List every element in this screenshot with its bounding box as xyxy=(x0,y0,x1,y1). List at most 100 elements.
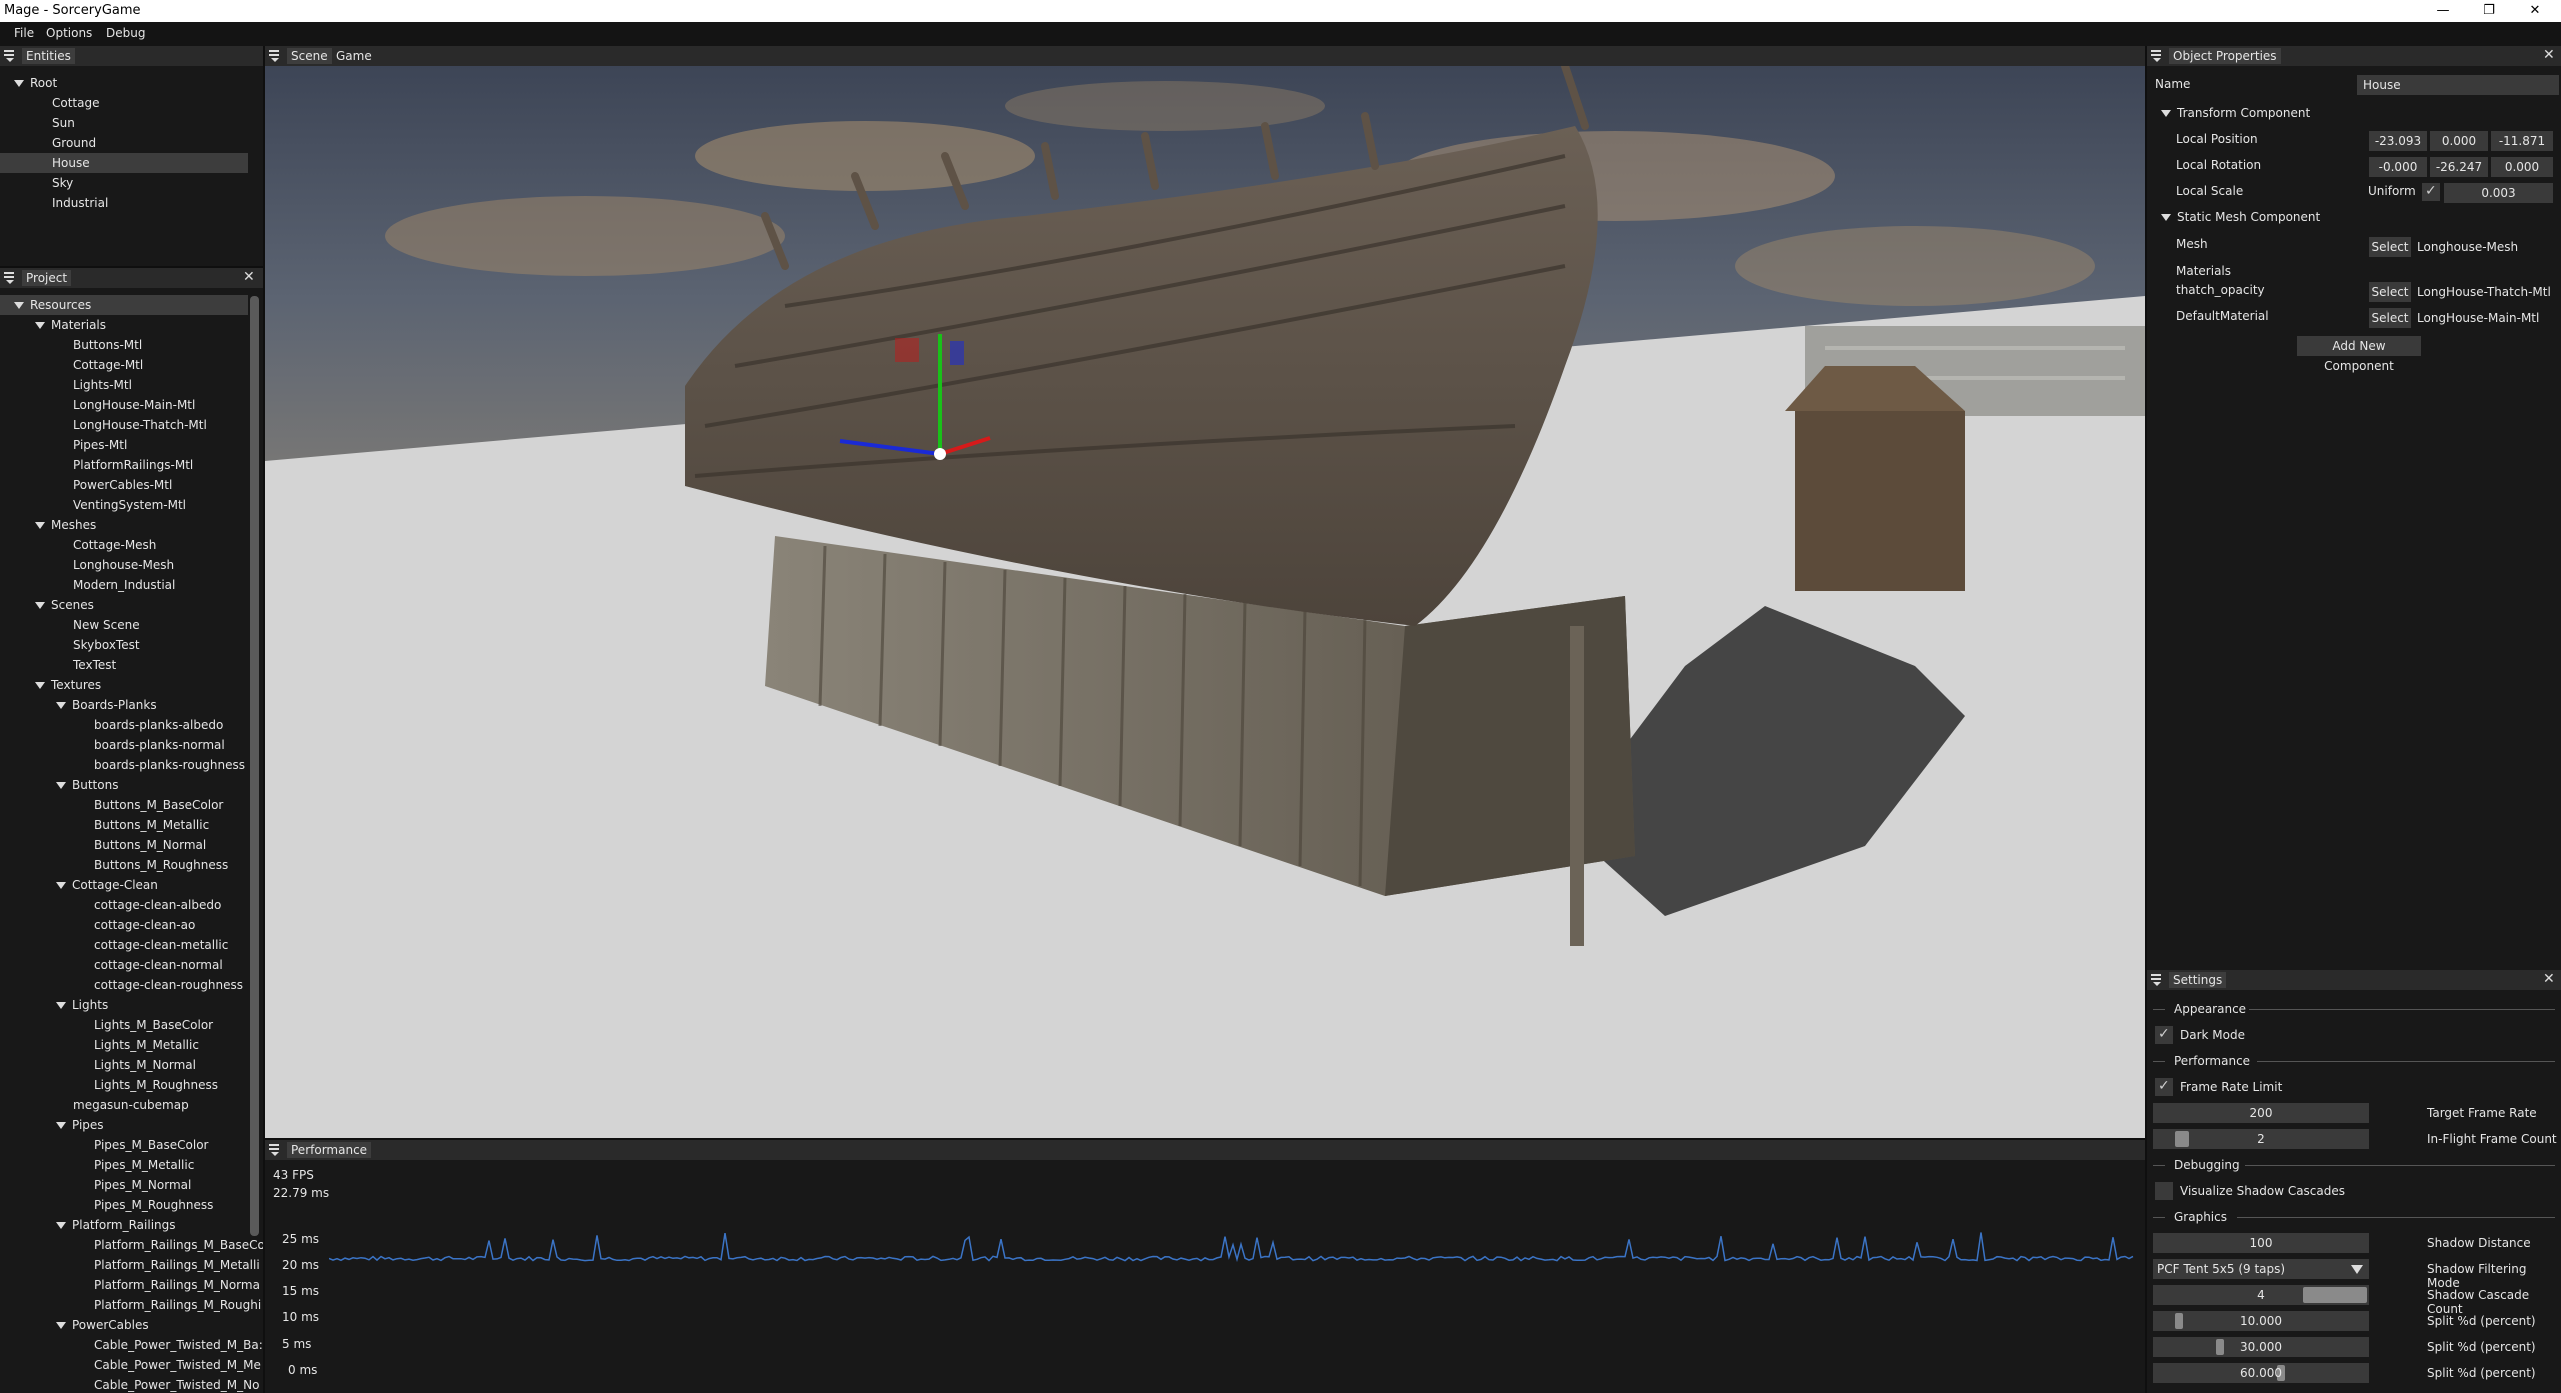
tree-item[interactable]: Pipes_M_BaseColor xyxy=(0,1135,248,1155)
shadow-distance-field[interactable]: 100 xyxy=(2153,1233,2369,1253)
scene-viewport[interactable] xyxy=(265,66,2145,1138)
maximize-button[interactable]: ❐ xyxy=(2466,0,2512,22)
tree-item[interactable]: House xyxy=(0,153,248,173)
panel-menu-icon[interactable] xyxy=(2151,49,2163,62)
tree-item[interactable]: Scenes xyxy=(0,595,248,615)
transform-component-header[interactable]: Transform Component xyxy=(2161,106,2310,120)
tree-item[interactable]: Buttons_M_Roughness xyxy=(0,855,248,875)
tree-item[interactable]: LongHouse-Thatch-Mtl xyxy=(0,415,248,435)
tab-project[interactable]: Project xyxy=(22,270,72,286)
expand-icon[interactable] xyxy=(35,682,45,689)
tree-item[interactable]: cottage-clean-normal xyxy=(0,955,248,975)
tree-item[interactable]: TexTest xyxy=(0,655,248,675)
tree-item[interactable]: New Scene xyxy=(0,615,248,635)
panel-menu-icon[interactable] xyxy=(269,1143,281,1156)
tree-item[interactable]: SkyboxTest xyxy=(0,635,248,655)
minimize-button[interactable]: — xyxy=(2420,0,2466,22)
material-select-button[interactable]: Select xyxy=(2369,308,2411,328)
project-scrollbar[interactable] xyxy=(250,296,259,1236)
material-select-button[interactable]: Select xyxy=(2369,282,2411,302)
tree-item[interactable]: cottage-clean-metallic xyxy=(0,935,248,955)
tree-item[interactable]: LongHouse-Main-Mtl xyxy=(0,395,248,415)
tree-item[interactable]: Platform_Railings_M_Norma xyxy=(0,1275,260,1295)
tree-item[interactable]: PowerCables-Mtl xyxy=(0,475,248,495)
tab-entities[interactable]: Entities xyxy=(22,48,75,64)
panel-menu-icon[interactable] xyxy=(4,271,16,284)
tree-item[interactable]: Lights_M_Roughness xyxy=(0,1075,248,1095)
scale-field[interactable]: 0.003 xyxy=(2444,183,2553,203)
tree-item[interactable]: Buttons_M_BaseColor xyxy=(0,795,248,815)
tree-item[interactable]: boards-planks-roughness xyxy=(0,755,248,775)
visualize-cascades-checkbox[interactable] xyxy=(2155,1182,2173,1200)
tree-item[interactable]: VentingSystem-Mtl xyxy=(0,495,248,515)
tree-item[interactable]: Cottage-Mesh xyxy=(0,535,248,555)
close-icon[interactable]: ✕ xyxy=(2543,47,2555,63)
expand-icon[interactable] xyxy=(56,882,66,889)
static-mesh-component-header[interactable]: Static Mesh Component xyxy=(2161,210,2320,224)
tree-item[interactable]: Lights_M_Normal xyxy=(0,1055,248,1075)
tree-item[interactable]: Buttons_M_Normal xyxy=(0,835,248,855)
split-slider[interactable]: 60.000 xyxy=(2153,1363,2369,1383)
target-frame-rate-field[interactable]: 200 xyxy=(2153,1103,2369,1123)
tab-settings[interactable]: Settings xyxy=(2169,972,2227,988)
shadow-filtering-dropdown[interactable]: PCF Tent 5x5 (9 taps) xyxy=(2153,1259,2369,1279)
rotation-x-field[interactable]: -0.000 xyxy=(2369,157,2427,177)
tab-performance[interactable]: Performance xyxy=(287,1142,372,1158)
split-slider[interactable]: 10.000 xyxy=(2153,1311,2369,1331)
panel-menu-icon[interactable] xyxy=(269,49,281,62)
tree-item[interactable]: Pipes_M_Metallic xyxy=(0,1155,248,1175)
tree-item[interactable]: Ground xyxy=(0,133,248,153)
tree-item[interactable]: Longhouse-Mesh xyxy=(0,555,248,575)
panel-menu-icon[interactable] xyxy=(2151,973,2163,986)
tree-item[interactable]: Sky xyxy=(0,173,248,193)
rotation-z-field[interactable]: 0.000 xyxy=(2491,157,2553,177)
tree-item[interactable]: Buttons-Mtl xyxy=(0,335,248,355)
tree-item[interactable]: Boards-Planks xyxy=(0,695,248,715)
expand-icon[interactable] xyxy=(56,782,66,789)
tree-item[interactable]: Buttons_M_Metallic xyxy=(0,815,248,835)
position-x-field[interactable]: -23.093 xyxy=(2369,131,2427,151)
expand-icon[interactable] xyxy=(14,80,24,87)
shadow-cascade-count-slider[interactable]: 4 xyxy=(2153,1285,2369,1305)
close-window-button[interactable]: ✕ xyxy=(2512,0,2558,22)
menu-file[interactable]: File xyxy=(14,26,34,40)
tab-game[interactable]: Game xyxy=(332,48,376,64)
expand-icon[interactable] xyxy=(56,1222,66,1229)
expand-icon[interactable] xyxy=(35,522,45,529)
expand-icon[interactable] xyxy=(14,302,24,309)
tree-item[interactable]: Cottage xyxy=(0,93,248,113)
tree-item[interactable]: cottage-clean-albedo xyxy=(0,895,248,915)
tree-item[interactable]: Pipes xyxy=(0,1115,248,1135)
tree-item[interactable]: Resources xyxy=(0,295,248,315)
tree-item[interactable]: Cottage-Clean xyxy=(0,875,248,895)
tree-item[interactable]: boards-planks-normal xyxy=(0,735,248,755)
tree-item[interactable]: Meshes xyxy=(0,515,248,535)
position-z-field[interactable]: -11.871 xyxy=(2491,131,2553,151)
tree-item[interactable]: Sun xyxy=(0,113,248,133)
tree-item[interactable]: Lights xyxy=(0,995,248,1015)
menu-debug[interactable]: Debug xyxy=(106,26,145,40)
tree-item[interactable]: Pipes-Mtl xyxy=(0,435,248,455)
dark-mode-checkbox[interactable] xyxy=(2155,1026,2173,1044)
position-y-field[interactable]: 0.000 xyxy=(2430,131,2488,151)
expand-icon[interactable] xyxy=(56,1122,66,1129)
tree-item[interactable]: Materials xyxy=(0,315,248,335)
tree-item[interactable]: Cable_Power_Twisted_M_Ba: xyxy=(0,1335,263,1355)
tree-item[interactable]: cottage-clean-roughness xyxy=(0,975,248,995)
expand-icon[interactable] xyxy=(35,602,45,609)
close-icon[interactable]: ✕ xyxy=(243,269,255,285)
tree-item[interactable]: Textures xyxy=(0,675,248,695)
panel-menu-icon[interactable] xyxy=(4,49,16,62)
expand-icon[interactable] xyxy=(56,1322,66,1329)
tab-object-properties[interactable]: Object Properties xyxy=(2169,48,2281,64)
tree-item[interactable]: Platform_Railings_M_BaseCo xyxy=(0,1235,263,1255)
tree-item[interactable]: Industrial xyxy=(0,193,248,213)
in-flight-frame-slider[interactable]: 2 xyxy=(2153,1129,2369,1149)
tree-item[interactable]: boards-planks-albedo xyxy=(0,715,248,735)
tree-item[interactable]: Lights-Mtl xyxy=(0,375,248,395)
tree-item[interactable]: Buttons xyxy=(0,775,248,795)
split-slider[interactable]: 30.000 xyxy=(2153,1337,2369,1357)
frame-rate-limit-checkbox[interactable] xyxy=(2155,1078,2173,1096)
tree-item[interactable]: Cable_Power_Twisted_M_Me xyxy=(0,1355,261,1375)
mesh-select-button[interactable]: Select xyxy=(2369,237,2411,257)
